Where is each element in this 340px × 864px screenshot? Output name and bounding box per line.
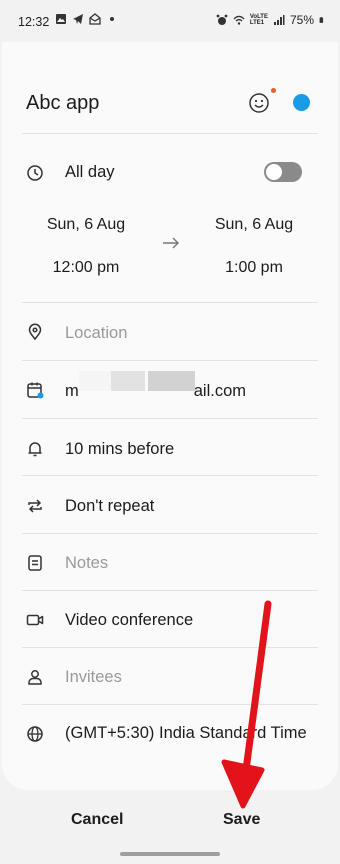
invitees-input[interactable]: Invitees	[65, 668, 122, 687]
save-button[interactable]: Save	[223, 811, 260, 829]
divider	[22, 302, 318, 303]
video-camera-icon	[26, 614, 44, 626]
divider	[22, 533, 318, 534]
new-badge-dot	[271, 88, 276, 93]
mail-open-icon	[89, 13, 101, 25]
bell-icon	[28, 442, 42, 457]
divider	[22, 475, 318, 476]
divider	[22, 360, 318, 361]
clock-icon	[27, 165, 43, 181]
divider	[22, 647, 318, 648]
all-day-toggle[interactable]	[264, 162, 302, 182]
signal-icon	[273, 15, 285, 25]
notification-icons	[55, 13, 118, 25]
notes-input[interactable]: Notes	[65, 554, 108, 573]
battery-percent: 75%	[289, 13, 314, 27]
battery-icon	[319, 17, 324, 23]
timezone-setting[interactable]: (GMT+5:30) India Standard Time	[65, 724, 307, 743]
dot-icon	[110, 17, 114, 21]
end-time[interactable]: 1:00 pm	[199, 259, 309, 277]
gallery-icon	[56, 14, 66, 24]
sticker-emoji-icon[interactable]	[248, 92, 270, 114]
globe-icon	[27, 726, 43, 742]
divider	[22, 418, 318, 419]
video-conference-setting[interactable]: Video conference	[65, 611, 193, 630]
account-email-suffix: ail.com	[193, 382, 247, 400]
reminder-setting[interactable]: 10 mins before	[65, 440, 174, 459]
account-email-prefix: m	[65, 382, 79, 400]
location-input[interactable]: Location	[65, 324, 127, 343]
status-time: 12:32	[18, 15, 50, 29]
repeat-icon	[28, 499, 42, 513]
start-date[interactable]: Sun, 6 Aug	[31, 216, 141, 234]
repeat-setting[interactable]: Don't repeat	[65, 497, 154, 516]
divider	[22, 590, 318, 591]
event-editor-card: Abc app All day Sun, 6 Aug 12:00 pm Sun,…	[2, 42, 338, 790]
toggle-knob	[266, 164, 282, 180]
all-day-label: All day	[65, 163, 115, 181]
person-icon	[28, 670, 42, 685]
home-indicator[interactable]	[120, 852, 220, 856]
arrow-right-icon	[163, 237, 179, 249]
cancel-button[interactable]: Cancel	[71, 811, 123, 829]
alarm-icon	[216, 14, 228, 25]
start-time[interactable]: 12:00 pm	[31, 259, 141, 277]
redaction-block	[148, 371, 195, 391]
divider	[22, 133, 318, 134]
notes-icon	[28, 555, 42, 571]
lte-label: LTE1	[249, 20, 265, 26]
event-title[interactable]: Abc app	[26, 92, 99, 115]
status-right: VoLTE LTE1 75%	[216, 13, 326, 27]
end-date[interactable]: Sun, 6 Aug	[199, 216, 309, 234]
calendar-account-icon	[27, 382, 44, 399]
location-pin-icon	[28, 323, 42, 341]
redaction-block	[111, 371, 145, 391]
redaction-block	[79, 371, 111, 391]
volte-indicator: VoLTE LTE1	[250, 14, 268, 26]
wifi-icon	[233, 15, 245, 25]
bottom-action-bar: Cancel Save	[0, 790, 340, 864]
divider	[22, 704, 318, 705]
status-bar: 12:32 VoLTE LTE1 75%	[0, 0, 340, 42]
calendar-color-button[interactable]	[293, 94, 310, 111]
telegram-icon	[73, 14, 83, 24]
